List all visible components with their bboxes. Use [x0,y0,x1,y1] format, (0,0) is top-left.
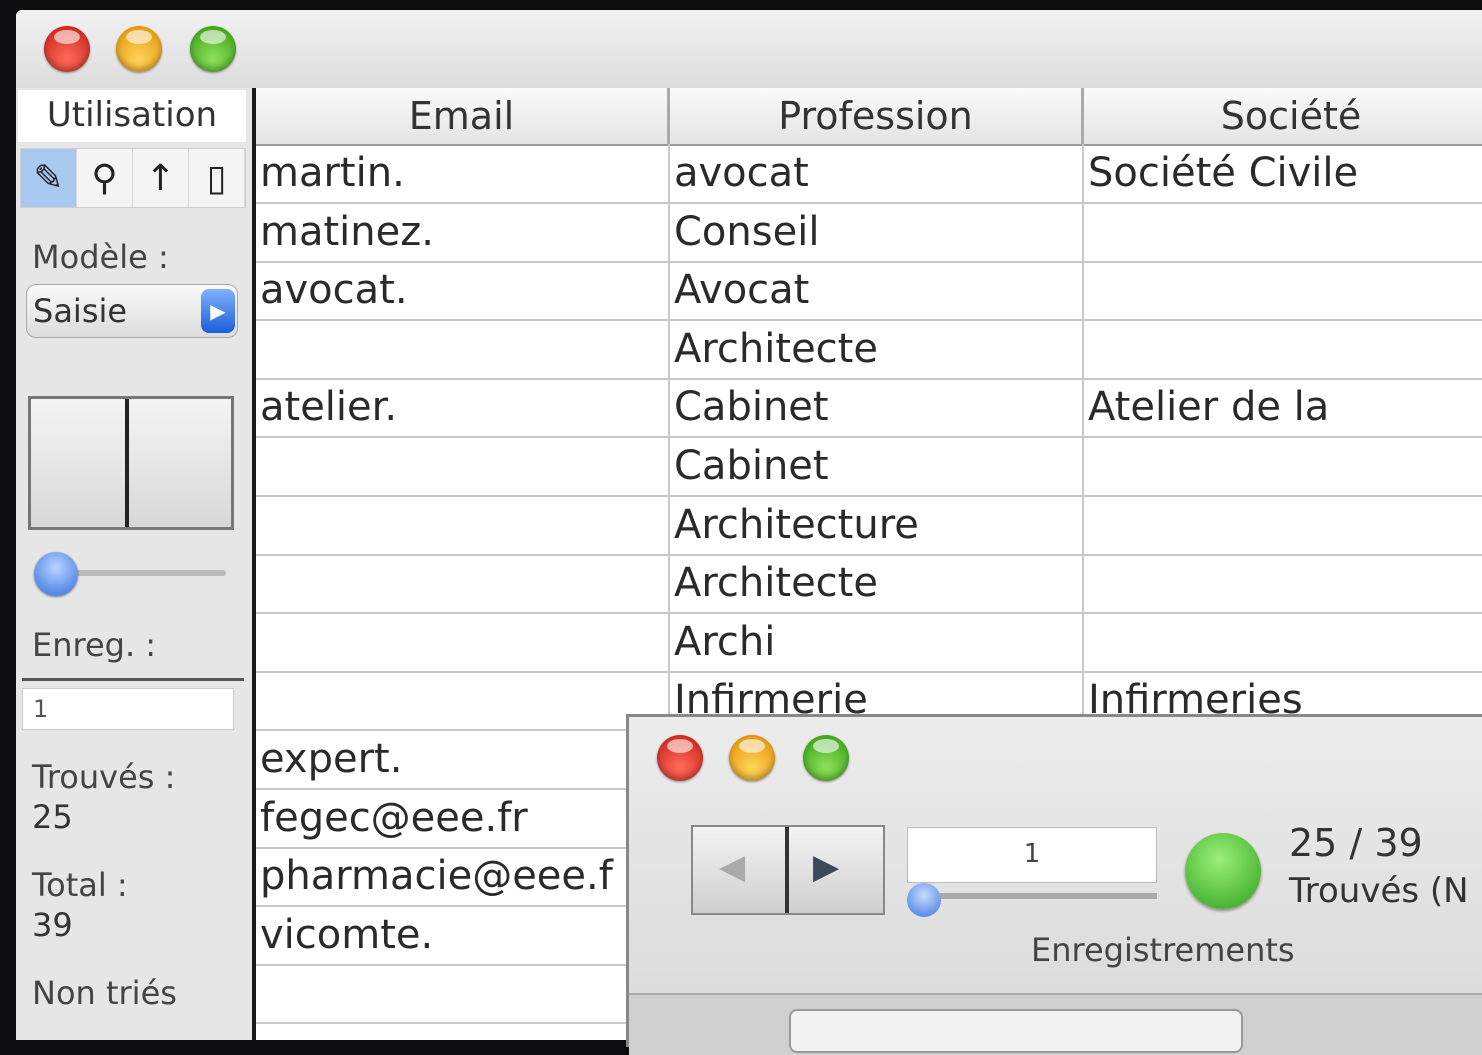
arrow-up-icon[interactable]: ↑ [133,149,189,207]
column-header-profession[interactable]: Profession [670,88,1084,144]
minimize-button[interactable] [116,26,162,72]
cell-profession[interactable]: Architecte [670,319,1084,378]
record-label: Enreg. : [32,626,157,664]
cell-email[interactable] [256,671,670,730]
title-bar [16,10,1482,88]
column-header-societe[interactable]: Société [1084,88,1482,144]
records-label: Enregistrements [1031,931,1295,969]
record-count: 25 / 39 [1289,821,1423,865]
record-navigator[interactable]: ◀ ▶ [691,825,885,915]
cell-email[interactable]: matinez. [256,202,670,261]
cell-email[interactable] [256,612,670,671]
total-value: 39 [32,906,73,944]
page-icon[interactable]: ▯ [189,149,245,207]
cell-societe[interactable] [1084,261,1482,319]
mode-toolbar: ✎ ⚲ ↑ ▯ [20,148,246,208]
table-row[interactable]: matinez. Conseil [256,202,1482,263]
cell-societe[interactable] [1084,203,1482,261]
status-sidebar: Utilisation ✎ ⚲ ↑ ▯ Modèle : Saisie ▶ En… [16,88,256,1040]
record-slider-track [919,893,1157,899]
next-record-icon[interactable]: ▶ [813,847,839,887]
cell-email[interactable]: vicomte. [256,905,670,964]
found-label: Trouvés : [32,758,176,796]
cell-profession[interactable]: Architecture [670,495,1084,554]
table-header: Email Profession Société [256,88,1482,146]
close-button[interactable] [657,735,703,781]
cell-societe[interactable]: Atelier de la [1084,378,1482,436]
cell-societe[interactable]: Société Civile [1084,144,1482,202]
cell-societe[interactable] [1084,320,1482,378]
found-label: Trouvés (N [1289,871,1469,911]
cell-profession[interactable]: Conseil [670,202,1084,261]
cell-email[interactable]: pharmacie@eee.f [256,847,670,906]
popup-arrow-icon: ▶ [201,289,235,333]
cell-profession[interactable]: Avocat [670,261,1084,320]
bottom-bar [629,993,1482,1055]
column-header-email[interactable]: Email [256,88,670,144]
model-popup[interactable]: Saisie ▶ [26,284,238,338]
sidebar-title: Utilisation [18,90,246,142]
search-icon[interactable]: ⚲ [77,149,133,207]
pencil-icon[interactable]: ✎ [21,149,77,207]
cell-email[interactable] [256,964,670,1023]
table-row[interactable]: avocat. Avocat [256,261,1482,322]
cell-email[interactable]: expert. [256,730,670,788]
cell-email[interactable] [256,319,670,378]
cell-societe[interactable] [1084,554,1482,612]
cell-email[interactable] [256,554,670,613]
cell-email[interactable] [256,495,670,554]
previous-record-icon[interactable]: ◀ [719,847,745,887]
cell-email[interactable]: martin. [256,144,670,202]
table-row[interactable]: Architecte [256,319,1482,380]
found-value: 25 [32,798,73,836]
cell-email[interactable] [256,437,670,495]
table-row[interactable]: atelier. Cabinet Atelier de la [256,378,1482,439]
cell-profession[interactable]: Cabinet [670,437,1084,495]
found-pie-icon [1185,833,1261,909]
table-row[interactable]: Architecte [256,554,1482,615]
table-row[interactable]: martin. avocat Société Civile [256,144,1482,204]
cell-societe[interactable] [1084,613,1482,671]
close-button[interactable] [44,26,90,72]
cell-email[interactable]: fegec@eee.fr [256,788,670,847]
record-slider-knob[interactable] [34,552,78,596]
table-row[interactable]: Architecture [256,495,1482,556]
minimize-button[interactable] [729,735,775,781]
cell-profession[interactable]: Architecte [670,554,1084,613]
record-slider-knob[interactable] [907,883,941,917]
cell-profession[interactable]: Cabinet [670,378,1084,437]
layout-popup[interactable] [789,1009,1243,1053]
model-value: Saisie [33,292,128,330]
record-book-icon[interactable] [28,396,234,530]
sort-status: Non triés [32,974,177,1012]
record-number-field[interactable]: 1 [907,827,1157,883]
cell-email[interactable]: avocat. [256,261,670,320]
total-label: Total : [32,866,128,904]
table-row[interactable]: Archi [256,612,1482,673]
zoom-button[interactable] [190,26,236,72]
cell-societe[interactable] [1084,437,1482,495]
record-number-field[interactable]: 1 [22,688,234,730]
cell-profession[interactable]: Archi [670,612,1084,671]
model-label: Modèle : [32,238,169,276]
records-window: ◀ ▶ 1 25 / 39 Trouvés (N Enregistrements [626,714,1482,1055]
cell-profession[interactable]: avocat [670,144,1084,202]
cell-societe[interactable] [1084,496,1482,554]
divider [22,678,244,681]
zoom-button[interactable] [803,735,849,781]
table-row[interactable]: Cabinet [256,437,1482,497]
cell-email[interactable]: atelier. [256,378,670,437]
